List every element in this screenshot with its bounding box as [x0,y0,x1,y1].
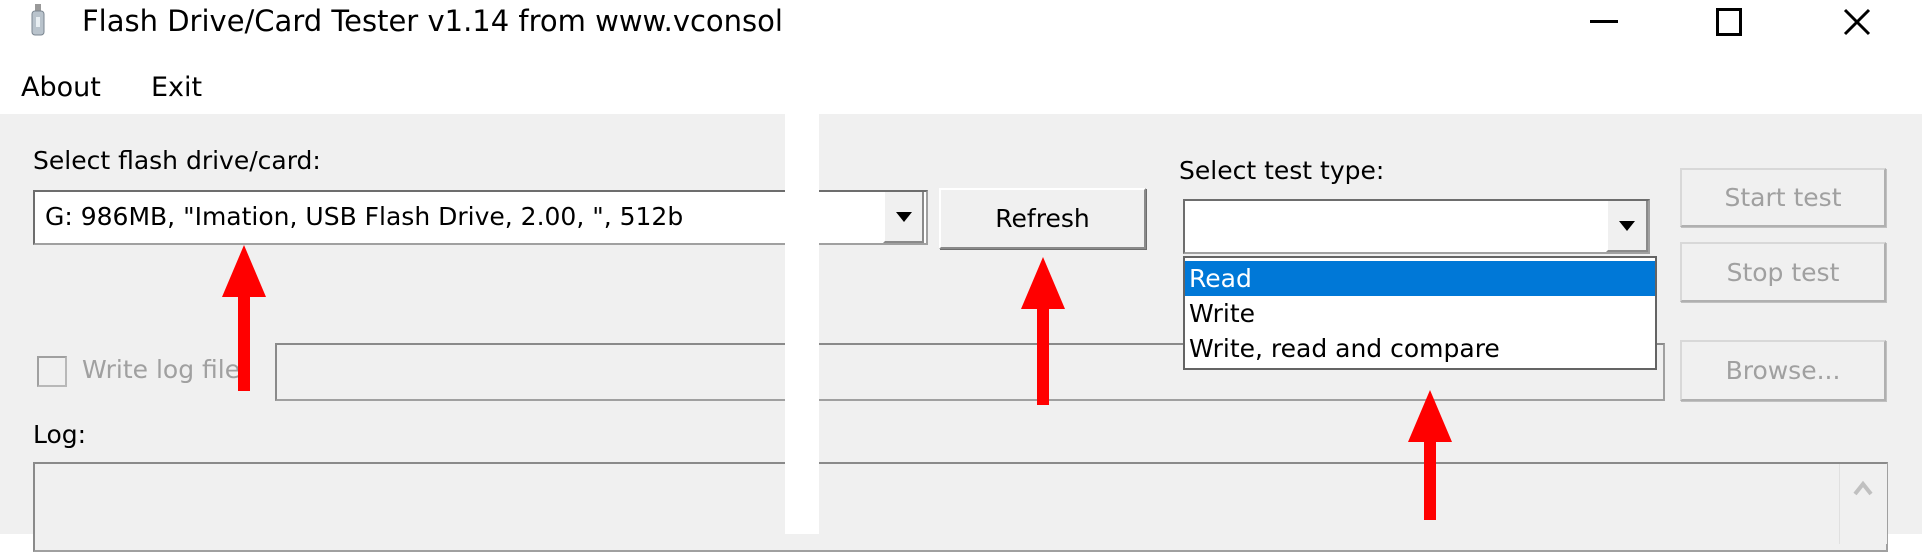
drive-select-dropdown-button[interactable] [883,192,924,243]
drive-label: Select flash drive/card: [33,146,321,175]
menu-exit[interactable]: Exit [151,72,202,103]
refresh-button[interactable]: Refresh [939,188,1146,249]
close-icon [1843,8,1871,36]
minimize-button[interactable] [1564,0,1644,44]
chevron-down-icon [895,211,912,222]
write-log-label: Write log file [82,355,241,384]
maximize-icon [1716,8,1742,36]
test-type-select[interactable] [1183,199,1650,254]
app-icon [30,4,46,36]
test-type-label: Select test type: [1179,156,1385,185]
annotation-arrow-refresh [1021,257,1065,405]
annotation-arrow-test-type [1408,390,1452,520]
window-title: Flash Drive/Card Tester v1.14 from www.v… [82,4,783,38]
annotation-arrow-drive [222,245,266,391]
scroll-up-icon[interactable] [1840,464,1887,504]
menu-about[interactable]: About [21,72,101,103]
minimize-icon [1590,20,1618,23]
write-log-checkbox[interactable] [37,356,67,387]
maximize-button[interactable] [1689,0,1769,44]
log-textarea[interactable] [33,462,1888,552]
close-button[interactable] [1817,0,1897,44]
browse-button[interactable]: Browse... [1680,340,1886,401]
option-read[interactable]: Read [1185,261,1655,296]
start-test-button[interactable]: Start test [1680,168,1886,227]
option-write[interactable]: Write [1185,296,1655,331]
image-splice-gap [785,114,819,534]
stop-test-button[interactable]: Stop test [1680,242,1886,302]
option-write-read-compare[interactable]: Write, read and compare [1185,331,1655,366]
chevron-down-icon [1619,220,1635,231]
drive-select-value: G: 986MB, "Imation, USB Flash Drive, 2.0… [45,202,684,231]
test-type-dropdown-button[interactable] [1606,201,1648,252]
log-scrollbar[interactable] [1839,464,1887,544]
test-type-dropdown-list: Read Write Write, read and compare [1183,256,1657,370]
log-label: Log: [33,420,87,449]
